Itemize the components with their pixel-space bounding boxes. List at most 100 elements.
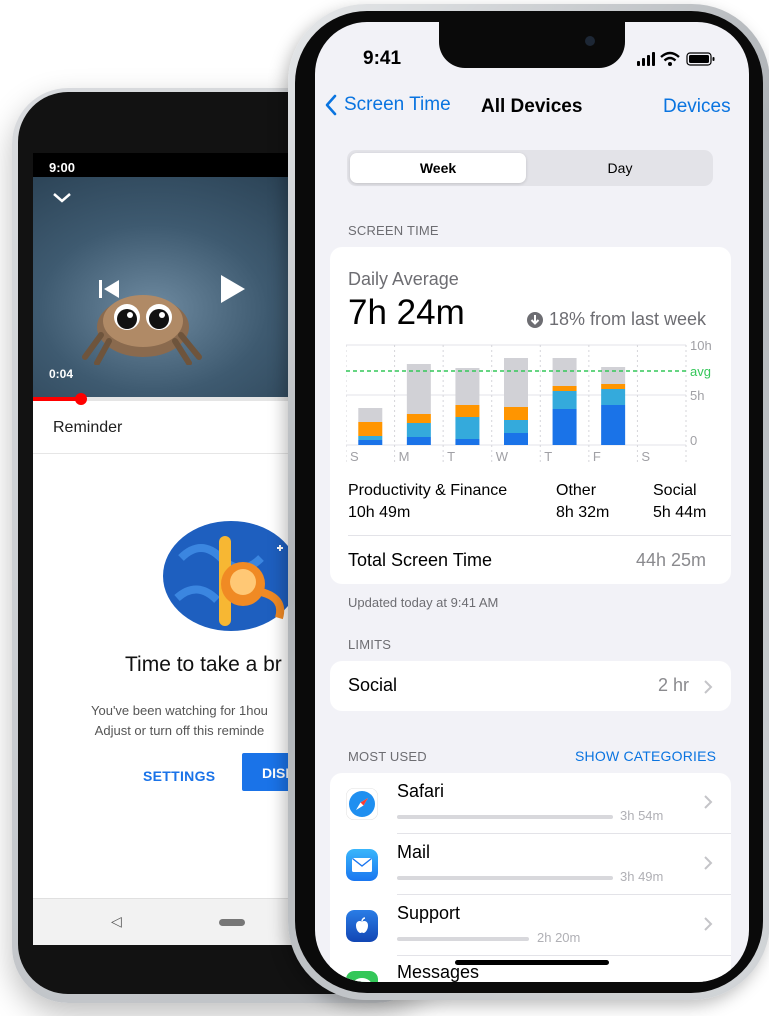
- bar-productivity-finance-3: [504, 433, 528, 445]
- app-time-support: 2h 20m: [537, 930, 581, 945]
- screen-time-bar-chart: S M T W T F Savg 10h 5h 0: [346, 341, 712, 464]
- cellular-signal-icon: [637, 52, 655, 66]
- legend-social: Social: [653, 482, 697, 499]
- bar-remaining-3: [504, 358, 528, 407]
- break-reminder-body: You've been watching for 1hou Adjust or …: [91, 701, 268, 741]
- ios-screen: 9:41 Screen Time All Devices Devices Wee…: [315, 22, 749, 982]
- x-tick-label: M: [399, 449, 410, 464]
- daily-average-value: 7h 24m: [348, 293, 465, 332]
- x-tick-label: T: [447, 449, 455, 464]
- back-triangle-icon[interactable]: ◁: [111, 913, 122, 930]
- week-day-segmented-control: Week Day: [347, 150, 713, 186]
- limits-section-label: LIMITS: [348, 637, 392, 652]
- legend-productivity-value: 10h 49m: [348, 504, 411, 521]
- home-indicator: [455, 960, 609, 965]
- app-row-support[interactable]: Support 2h 20m: [330, 895, 731, 956]
- video-progress-fill: [33, 397, 81, 401]
- chevron-right-icon: [704, 917, 713, 931]
- app-time-safari: 3h 54m: [620, 808, 664, 823]
- total-screen-time-value: 44h 25m: [636, 550, 707, 570]
- bar-social-4: [552, 386, 577, 391]
- apple-support-icon: [346, 910, 378, 942]
- break-reminder-title: Time to take a br: [125, 653, 282, 676]
- break-body-line2: Adjust or turn off this reminde: [94, 723, 265, 738]
- social-limit-label: Social: [348, 675, 398, 695]
- daily-average-label: Daily Average: [348, 269, 459, 289]
- bar-social-5: [601, 384, 626, 389]
- segment-week[interactable]: Week: [350, 153, 526, 183]
- y-tick-label: 0: [690, 433, 697, 448]
- bar-productivity-finance-1: [406, 437, 431, 445]
- bar-social-1: [406, 414, 431, 423]
- usage-bar-mail: [397, 876, 613, 880]
- app-time-mail: 3h 49m: [620, 869, 664, 884]
- messages-icon: [346, 971, 378, 982]
- bar-other-0: [358, 436, 383, 440]
- bar-other-5: [601, 389, 626, 405]
- updated-timestamp: Updated today at 9:41 AM: [348, 595, 499, 610]
- back-button-label: Screen Time: [344, 94, 451, 115]
- arrow-down-circle-icon: [527, 311, 543, 328]
- total-screen-time-label: Total Screen Time: [348, 550, 493, 570]
- wifi-icon: [660, 51, 680, 66]
- back-button[interactable]: Screen Time: [323, 94, 451, 116]
- app-name-safari: Safari: [397, 781, 445, 801]
- chevron-right-icon: [704, 795, 713, 809]
- x-tick-label: F: [593, 449, 601, 464]
- status-time: 9:41: [363, 48, 402, 69]
- bar-other-2: [455, 417, 480, 439]
- app-name-messages: Messages: [397, 962, 480, 982]
- bar-productivity-finance-4: [552, 409, 577, 445]
- x-tick-label: W: [496, 449, 509, 464]
- screen-time-section-label: SCREEN TIME: [348, 223, 439, 238]
- status-icons: [637, 51, 715, 66]
- legend-productivity: Productivity & Finance: [348, 482, 508, 499]
- x-tick-label: S: [641, 449, 650, 464]
- legend-other: Other: [556, 482, 597, 499]
- collapse-chevron-icon[interactable]: [51, 191, 73, 205]
- weekly-change-text: 18% from last week: [549, 309, 707, 329]
- bar-social-0: [358, 422, 383, 436]
- android-status-time: 9:00: [49, 160, 76, 175]
- bar-other-1: [406, 423, 431, 437]
- app-row-safari[interactable]: Safari 3h 54m: [330, 773, 731, 834]
- usage-bar-support: [397, 937, 529, 941]
- social-limit-value: 2 hr: [658, 675, 690, 695]
- safari-icon: [346, 788, 378, 820]
- x-tick-label: T: [544, 449, 552, 464]
- chevron-left-icon: [325, 94, 337, 116]
- segment-day[interactable]: Day: [531, 153, 709, 183]
- monkey-break-illustration: [163, 521, 299, 631]
- bar-other-4: [552, 391, 577, 409]
- reminder-label: Reminder: [53, 419, 123, 436]
- bar-productivity-finance-0: [358, 440, 383, 445]
- video-timestamp: 0:04: [49, 367, 74, 381]
- show-categories-button[interactable]: SHOW CATEGORIES: [575, 748, 716, 764]
- x-tick-label: S: [350, 449, 359, 464]
- page-title: All Devices: [481, 96, 583, 117]
- break-body-line1: You've been watching for 1hou: [91, 703, 268, 718]
- bar-remaining-5: [601, 367, 626, 384]
- usage-bar-safari: [397, 815, 613, 819]
- devices-button[interactable]: Devices: [663, 96, 731, 118]
- bar-remaining-0: [358, 408, 383, 422]
- bar-remaining-2: [455, 368, 480, 405]
- bar-productivity-finance-5: [601, 405, 626, 445]
- social-limit-row[interactable]: Social 2 hr: [330, 661, 731, 711]
- mail-icon: [346, 849, 378, 881]
- home-pill-icon[interactable]: [219, 919, 245, 926]
- card-divider: [348, 535, 731, 536]
- legend-other-value: 8h 32m: [556, 504, 610, 521]
- app-row-mail[interactable]: Mail 3h 49m: [330, 834, 731, 895]
- video-scrubber-handle[interactable]: [75, 393, 87, 405]
- chevron-right-icon: [704, 680, 713, 694]
- chevron-right-icon: [704, 856, 713, 870]
- average-label: avg: [690, 364, 711, 379]
- y-tick-label: 10h: [690, 341, 712, 353]
- bar-other-3: [504, 420, 528, 433]
- play-icon[interactable]: [219, 273, 247, 305]
- notch: [439, 22, 625, 68]
- settings-button[interactable]: SETTINGS: [143, 768, 215, 784]
- app-name-mail: Mail: [397, 842, 431, 862]
- most-used-section-label: MOST USED: [348, 749, 427, 764]
